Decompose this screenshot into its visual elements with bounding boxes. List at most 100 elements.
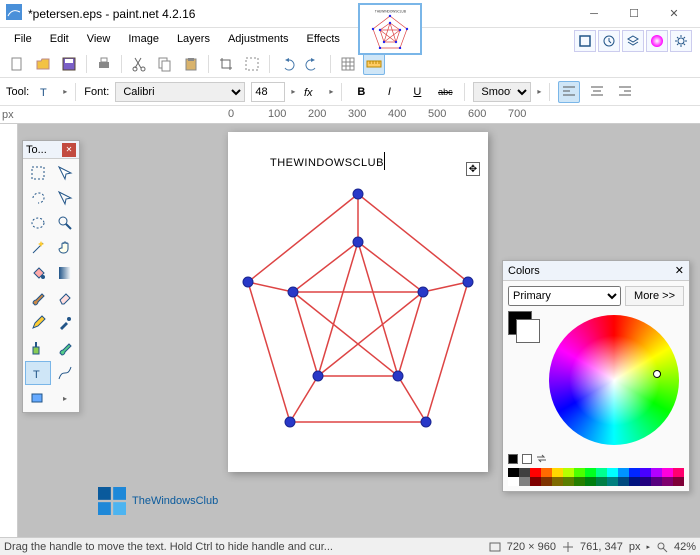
new-button[interactable] <box>6 53 28 75</box>
mini-swatch-black[interactable] <box>508 454 518 464</box>
colors-close[interactable]: ✕ <box>675 264 684 277</box>
palette-cell[interactable] <box>530 468 541 477</box>
ruler-button[interactable] <box>363 53 385 75</box>
palette-cell[interactable] <box>662 477 673 486</box>
deselect-button[interactable] <box>241 53 263 75</box>
align-left[interactable] <box>558 81 580 103</box>
grid-button[interactable] <box>337 53 359 75</box>
move-selection-tool[interactable] <box>52 186 78 210</box>
text-tool[interactable]: T <box>25 361 51 385</box>
recolor-tool[interactable] <box>52 336 78 360</box>
undo-button[interactable] <box>276 53 298 75</box>
size-arrow[interactable]: ▸ <box>291 87 295 96</box>
palette-cell[interactable] <box>596 477 607 486</box>
status-unit[interactable]: px <box>629 541 641 553</box>
colors-window[interactable]: Colors✕ Primary More >> <box>502 260 690 492</box>
strike-button[interactable]: abc <box>434 81 456 103</box>
gradient-tool[interactable] <box>52 261 78 285</box>
palette-cell[interactable] <box>530 477 541 486</box>
shapes-tool[interactable] <box>25 386 51 410</box>
minimize-button[interactable]: ─ <box>574 0 614 28</box>
print-button[interactable] <box>93 53 115 75</box>
palette-cell[interactable] <box>629 468 640 477</box>
palette-cell[interactable] <box>574 468 585 477</box>
italic-button[interactable]: I <box>378 81 400 103</box>
text-layer[interactable]: THEWINDOWSCLUB <box>270 150 488 171</box>
palette-cell[interactable] <box>618 468 629 477</box>
palette-cell[interactable] <box>618 477 629 486</box>
cut-button[interactable] <box>128 53 150 75</box>
tools-close[interactable]: ✕ <box>62 143 76 157</box>
crop-button[interactable] <box>215 53 237 75</box>
palette-cell[interactable] <box>585 477 596 486</box>
palette-cell[interactable] <box>563 468 574 477</box>
tools-toggle[interactable] <box>574 30 596 52</box>
palette-cell[interactable] <box>629 477 640 486</box>
palette-cell[interactable] <box>607 468 618 477</box>
menu-effects[interactable]: Effects <box>299 30 348 48</box>
bold-button[interactable]: B <box>350 81 372 103</box>
layers-toggle[interactable] <box>622 30 644 52</box>
color-palette[interactable] <box>508 468 684 486</box>
shapes-arrow[interactable]: ▸ <box>52 386 78 410</box>
palette-cell[interactable] <box>640 477 651 486</box>
palette-cell[interactable] <box>508 477 519 486</box>
zoom-tool[interactable] <box>52 211 78 235</box>
underline-button[interactable]: U <box>406 81 428 103</box>
menu-edit[interactable]: Edit <box>42 30 77 48</box>
pan-tool[interactable] <box>52 236 78 260</box>
palette-cell[interactable] <box>607 477 618 486</box>
palette-cell[interactable] <box>508 468 519 477</box>
open-button[interactable] <box>32 53 54 75</box>
palette-cell[interactable] <box>541 477 552 486</box>
palette-cell[interactable] <box>662 468 673 477</box>
color-wheel[interactable] <box>549 315 679 445</box>
move-handle[interactable]: ✥ <box>466 162 480 176</box>
menu-adjustments[interactable]: Adjustments <box>220 30 297 48</box>
menu-file[interactable]: File <box>6 30 40 48</box>
align-right[interactable] <box>614 81 636 103</box>
colors-toggle[interactable] <box>646 30 668 52</box>
palette-cell[interactable] <box>519 468 530 477</box>
ellipse-select-tool[interactable] <box>25 211 51 235</box>
swatch-stack[interactable] <box>508 311 538 341</box>
palette-cell[interactable] <box>640 468 651 477</box>
align-center[interactable] <box>586 81 608 103</box>
brush-tool[interactable] <box>25 286 51 310</box>
save-button[interactable] <box>58 53 80 75</box>
redo-button[interactable] <box>302 53 324 75</box>
font-family-select[interactable]: Calibri <box>115 82 245 102</box>
pencil-tool[interactable] <box>25 311 51 335</box>
palette-cell[interactable] <box>651 468 662 477</box>
color-mode-select[interactable]: Primary <box>508 286 621 306</box>
menu-image[interactable]: Image <box>120 30 167 48</box>
more-button[interactable]: More >> <box>625 286 684 306</box>
wheel-cursor[interactable] <box>653 370 661 378</box>
active-tool-text[interactable]: T <box>35 81 57 103</box>
palette-cell[interactable] <box>585 468 596 477</box>
clone-tool[interactable] <box>25 336 51 360</box>
maximize-button[interactable]: ☐ <box>614 0 654 28</box>
copy-button[interactable] <box>154 53 176 75</box>
line-tool[interactable] <box>52 361 78 385</box>
palette-cell[interactable] <box>596 468 607 477</box>
aa-arrow[interactable]: ▸ <box>537 87 541 96</box>
palette-cell[interactable] <box>541 468 552 477</box>
palette-cell[interactable] <box>673 477 684 486</box>
palette-cell[interactable] <box>651 477 662 486</box>
fx-arrow[interactable]: ▸ <box>329 87 333 96</box>
font-size-input[interactable] <box>251 82 285 102</box>
secondary-swatch[interactable] <box>516 319 540 343</box>
settings-button[interactable] <box>670 30 692 52</box>
swap-icon[interactable] <box>536 453 547 464</box>
history-toggle[interactable] <box>598 30 620 52</box>
unit-arrow[interactable]: ▸ <box>646 543 650 551</box>
close-button[interactable]: ✕ <box>654 0 694 28</box>
colorpicker-tool[interactable] <box>52 311 78 335</box>
palette-cell[interactable] <box>673 468 684 477</box>
tool-arrow[interactable]: ▸ <box>63 87 67 96</box>
palette-cell[interactable] <box>519 477 530 486</box>
document-thumbnail[interactable]: THEWINDOWSCLUB <box>358 3 422 55</box>
palette-cell[interactable] <box>574 477 585 486</box>
mini-swatch-white[interactable] <box>522 454 532 464</box>
